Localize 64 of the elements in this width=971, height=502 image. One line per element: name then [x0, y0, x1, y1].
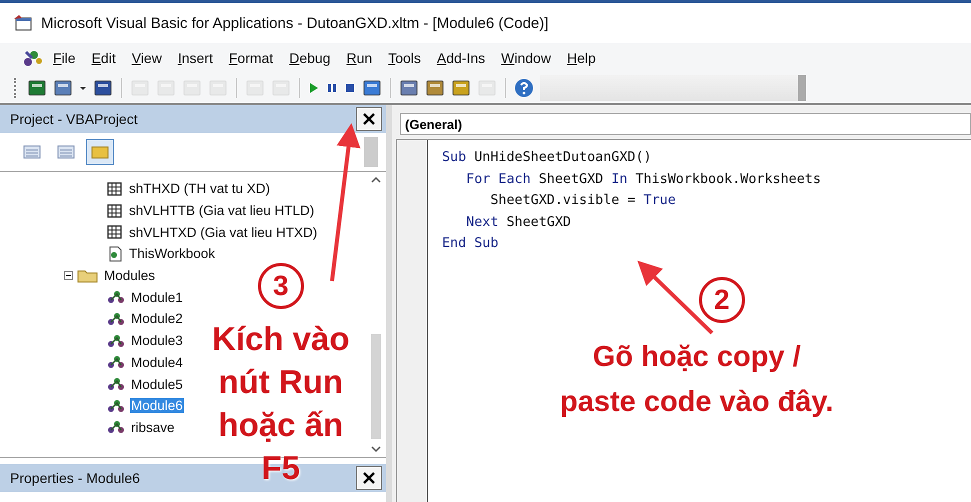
close-icon — [362, 471, 376, 485]
module-icon — [106, 310, 126, 327]
tree-item[interactable]: shTHXD (TH vat tu XD) — [128, 181, 272, 196]
tree-item[interactable]: Module1 — [130, 290, 184, 305]
close-button[interactable] — [356, 107, 382, 131]
list-icon — [23, 145, 41, 159]
code-line: Sub UnHideSheetDutoanGXD() — [442, 150, 653, 167]
list-icon — [57, 145, 75, 159]
menu-item[interactable]: Format — [222, 48, 280, 68]
menu-item[interactable]: Insert — [170, 48, 220, 68]
sheet-icon — [106, 224, 124, 240]
panel-title: Properties - Module6 — [10, 470, 140, 486]
menu-item[interactable]: File — [46, 48, 83, 68]
stop-icon — [344, 81, 356, 95]
code-line: SheetGXD.visible = True — [489, 193, 677, 210]
play-icon — [308, 81, 320, 95]
module-icon — [106, 398, 126, 414]
folder-icon — [91, 145, 109, 159]
tree-item[interactable]: Module4 — [130, 354, 184, 370]
tree-item[interactable]: Module6 — [130, 398, 184, 414]
tree-item[interactable]: ribsave — [130, 420, 176, 435]
sheet-icon — [106, 202, 124, 219]
menu-item[interactable]: Debug — [282, 48, 338, 68]
tree-item[interactable]: Modules — [103, 268, 156, 284]
module-icon — [106, 419, 126, 436]
close-button[interactable] — [356, 466, 382, 490]
module-icon — [106, 376, 126, 392]
object-dropdown[interactable]: (General) — [400, 113, 971, 135]
menu-item[interactable]: Help — [560, 48, 603, 68]
tree-item[interactable]: Module2 — [130, 311, 184, 326]
scroll-up-icon[interactable] — [371, 176, 381, 184]
folder-icon — [77, 268, 99, 284]
scroll-down-icon[interactable] — [371, 445, 381, 453]
module-icon — [106, 354, 126, 370]
collapse-toggle[interactable] — [64, 271, 73, 280]
tree-item[interactable]: Module3 — [130, 333, 184, 348]
help-icon — [514, 78, 534, 98]
menu-item[interactable]: Window — [494, 48, 558, 68]
menu-item[interactable]: Tools — [381, 48, 428, 68]
menu-item[interactable]: Run — [339, 48, 380, 68]
vba-logo-icon — [22, 48, 44, 68]
folders-view-button[interactable] — [86, 139, 114, 165]
module-icon — [106, 289, 126, 306]
instruction-text: Gõ hoặc copy / paste code vào đây. — [560, 340, 834, 420]
window-title: Microsoft Visual Basic for Applications - DutoanGXD.xltm - [Module6 (Code)] — [41, 14, 548, 32]
menu-item[interactable]: Add-Ins — [430, 48, 492, 68]
code-line: For Each SheetGXD In ThisWorkbook.Worksheets — [465, 172, 821, 188]
tree-item[interactable]: Module5 — [130, 376, 184, 392]
tree-item[interactable]: shVLHTTB (Gia vat lieu HTLD) — [128, 203, 316, 218]
panel-title: Project - VBAProject — [10, 111, 138, 127]
instruction-text: Kích vào nút Run hoặc ấn F5 — [212, 319, 350, 488]
menu-item[interactable]: Edit — [84, 48, 123, 68]
tree-item[interactable]: ThisWorkbook — [128, 246, 216, 262]
app-icon — [13, 14, 33, 32]
menu-item[interactable]: View — [124, 48, 169, 68]
scrollbar-thumb[interactable] — [371, 334, 381, 439]
module-icon — [106, 332, 126, 349]
code-line: Next SheetGXD — [465, 214, 572, 232]
code-line: End Sub — [442, 236, 500, 253]
tree-item[interactable]: shVLHTXD (Gia vat lieu HTXD) — [128, 224, 318, 240]
close-icon — [362, 112, 376, 126]
pause-icon — [326, 81, 338, 95]
help-tool-button[interactable] — [512, 77, 536, 99]
sheet-icon — [106, 180, 124, 197]
